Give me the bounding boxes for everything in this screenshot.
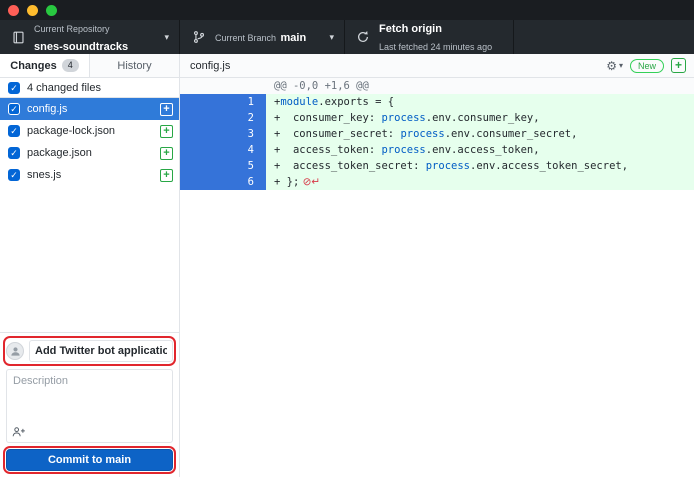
add-coauthor-icon[interactable]	[12, 426, 26, 438]
current-branch-dropdown[interactable]: Current Branch main ▾	[180, 20, 345, 54]
tab-history-label: History	[117, 60, 151, 72]
close-window-button[interactable]	[8, 5, 19, 16]
sync-icon	[355, 29, 371, 45]
file-checkbox[interactable]: ✓	[8, 169, 20, 181]
commit-description-box	[6, 369, 173, 443]
current-branch-label: Current Branch	[215, 33, 276, 43]
branch-icon	[191, 29, 207, 45]
avatar	[6, 342, 24, 360]
fetch-origin-sublabel: Last fetched 24 minutes ago	[379, 42, 492, 52]
fetch-origin-label: Fetch origin	[379, 23, 442, 35]
traffic-lights	[8, 5, 57, 16]
current-repository-value: snes-soundtracks	[34, 41, 128, 53]
line-number[interactable]: 3	[180, 126, 266, 142]
diff-line-1[interactable]: 1+module.exports = {	[180, 94, 694, 110]
commit-summary-input[interactable]	[29, 340, 173, 362]
diff-lines: 1+module.exports = {2+ consumer_key: pro…	[180, 94, 694, 190]
diff-line-3[interactable]: 3+ consumer_secret: process.env.consumer…	[180, 126, 694, 142]
tab-history[interactable]: History	[89, 54, 179, 77]
diff-options-button[interactable]: ⚙ ▾	[606, 59, 623, 73]
chevron-down-icon: ▾	[164, 32, 169, 43]
hunk-gutter	[180, 78, 266, 94]
file-row-config.js[interactable]: ✓ config.js +	[0, 98, 179, 120]
tab-changes[interactable]: Changes 4	[0, 54, 89, 77]
current-repository-dropdown[interactable]: Current Repository snes-soundtracks ▾	[0, 20, 180, 54]
new-file-badge: New	[630, 59, 664, 73]
line-code: + consumer_key: process.env.consumer_key…	[266, 110, 694, 126]
line-code: + }; ⊘↵	[266, 174, 694, 190]
file-checkbox[interactable]: ✓	[8, 103, 20, 115]
current-branch-value: main	[280, 32, 306, 44]
line-code: + consumer_secret: process.env.consumer_…	[266, 126, 694, 142]
file-added-plus-icon: +	[160, 169, 173, 182]
commit-area: Commit to main	[0, 332, 179, 477]
line-number[interactable]: 1	[180, 94, 266, 110]
repo-icon	[10, 29, 26, 45]
file-added-plus-icon: +	[160, 125, 173, 138]
changes-count-badge: 4	[62, 59, 79, 72]
file-name: snes.js	[27, 169, 153, 181]
file-name: package.json	[27, 147, 153, 159]
diff-line-5[interactable]: 5+ access_token_secret: process.env.acce…	[180, 158, 694, 174]
line-number[interactable]: 4	[180, 142, 266, 158]
changed-files-count: 4 changed files	[27, 82, 101, 94]
diff-view: @@ -0,0 +1,6 @@ 1+module.exports = {2+ c…	[180, 78, 694, 477]
select-all-checkbox[interactable]: ✓	[8, 82, 20, 94]
chevron-down-icon: ▾	[329, 32, 334, 43]
titlebar	[0, 0, 694, 20]
tab-changes-label: Changes	[10, 60, 56, 72]
current-repository-label: Current Repository	[34, 24, 110, 34]
file-row-snes.js[interactable]: ✓ snes.js +	[0, 164, 179, 186]
diff-line-6[interactable]: 6+ }; ⊘↵	[180, 174, 694, 190]
diff-line-4[interactable]: 4+ access_token: process.env.access_toke…	[180, 142, 694, 158]
line-code: +module.exports = {	[266, 94, 694, 110]
zoom-window-button[interactable]	[46, 5, 57, 16]
expand-diff-plus-icon[interactable]: +	[671, 58, 686, 73]
sidebar: Changes 4 History ✓ 4 changed files ✓ con…	[0, 54, 180, 477]
chevron-down-icon: ▾	[619, 61, 623, 70]
diff-file-title: config.js	[190, 60, 606, 72]
sidebar-tabs: Changes 4 History	[0, 54, 179, 78]
file-name: config.js	[27, 103, 153, 115]
file-list: ✓ config.js + ✓ package-lock.json + ✓ package.j…	[0, 98, 179, 332]
file-name: package-lock.json	[27, 125, 153, 137]
gear-icon: ⚙	[606, 59, 617, 73]
file-row-package-lock.json[interactable]: ✓ package-lock.json +	[0, 120, 179, 142]
commit-to-main-button[interactable]: Commit to main	[6, 449, 173, 471]
diff-file-header: config.js ⚙ ▾ New +	[180, 54, 694, 78]
diff-pane: config.js ⚙ ▾ New + @@ -0,0 +1,6 @@ 1+mo…	[180, 54, 694, 477]
toolbar: Current Repository snes-soundtracks ▾ Cu…	[0, 20, 694, 54]
hunk-header-text: @@ -0,0 +1,6 @@	[266, 78, 694, 94]
diff-line-2[interactable]: 2+ consumer_key: process.env.consumer_ke…	[180, 110, 694, 126]
line-number[interactable]: 5	[180, 158, 266, 174]
line-code: + access_token_secret: process.env.acces…	[266, 158, 694, 174]
file-checkbox[interactable]: ✓	[8, 147, 20, 159]
changed-files-header: ✓ 4 changed files	[0, 78, 179, 98]
minimize-window-button[interactable]	[27, 5, 38, 16]
line-number[interactable]: 2	[180, 110, 266, 126]
file-added-plus-icon: +	[160, 103, 173, 116]
file-added-plus-icon: +	[160, 147, 173, 160]
github-desktop-window: Current Repository snes-soundtracks ▾ Cu…	[0, 0, 694, 477]
line-number[interactable]: 6	[180, 174, 266, 190]
file-checkbox[interactable]: ✓	[8, 125, 20, 137]
hunk-header-row: @@ -0,0 +1,6 @@	[180, 78, 694, 94]
fetch-origin-button[interactable]: Fetch origin Last fetched 24 minutes ago	[345, 20, 514, 54]
line-code: + access_token: process.env.access_token…	[266, 142, 694, 158]
file-row-package.json[interactable]: ✓ package.json +	[0, 142, 179, 164]
commit-description-input[interactable]	[7, 370, 172, 422]
